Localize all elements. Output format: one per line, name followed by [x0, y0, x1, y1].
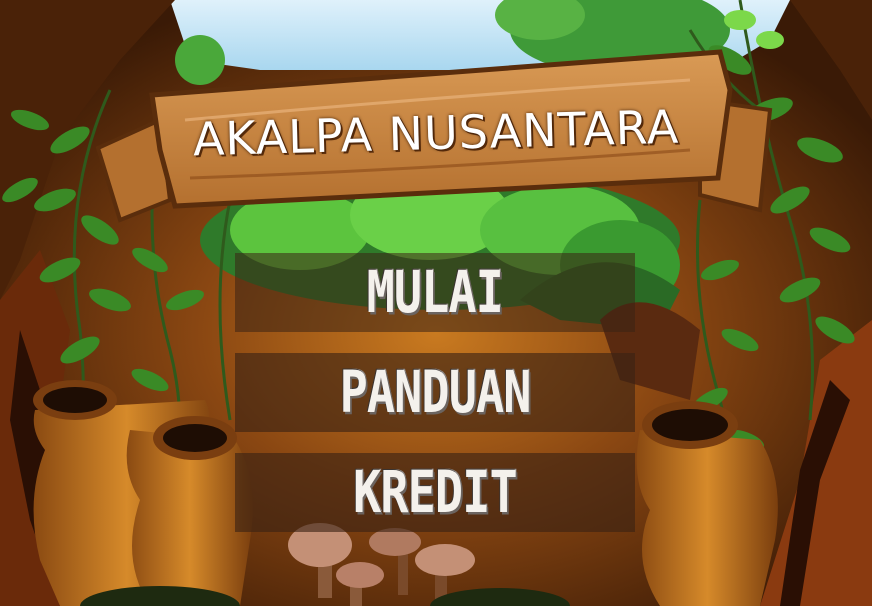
start-button-label: MULAI	[366, 258, 504, 327]
guide-button-label: PANDUAN	[339, 358, 532, 427]
game-title: AKALPA NUSANTARA	[192, 99, 680, 167]
main-menu-screen: AKALPA NUSANTARA MULAI PANDUAN KREDIT	[0, 0, 872, 606]
main-menu: MULAI PANDUAN KREDIT	[235, 253, 635, 553]
credits-button[interactable]: KREDIT	[235, 453, 635, 532]
credits-button-label: KREDIT	[353, 458, 518, 527]
clay-pot-mid-left	[126, 416, 253, 606]
start-button[interactable]: MULAI	[235, 253, 635, 332]
guide-button[interactable]: PANDUAN	[235, 353, 635, 432]
